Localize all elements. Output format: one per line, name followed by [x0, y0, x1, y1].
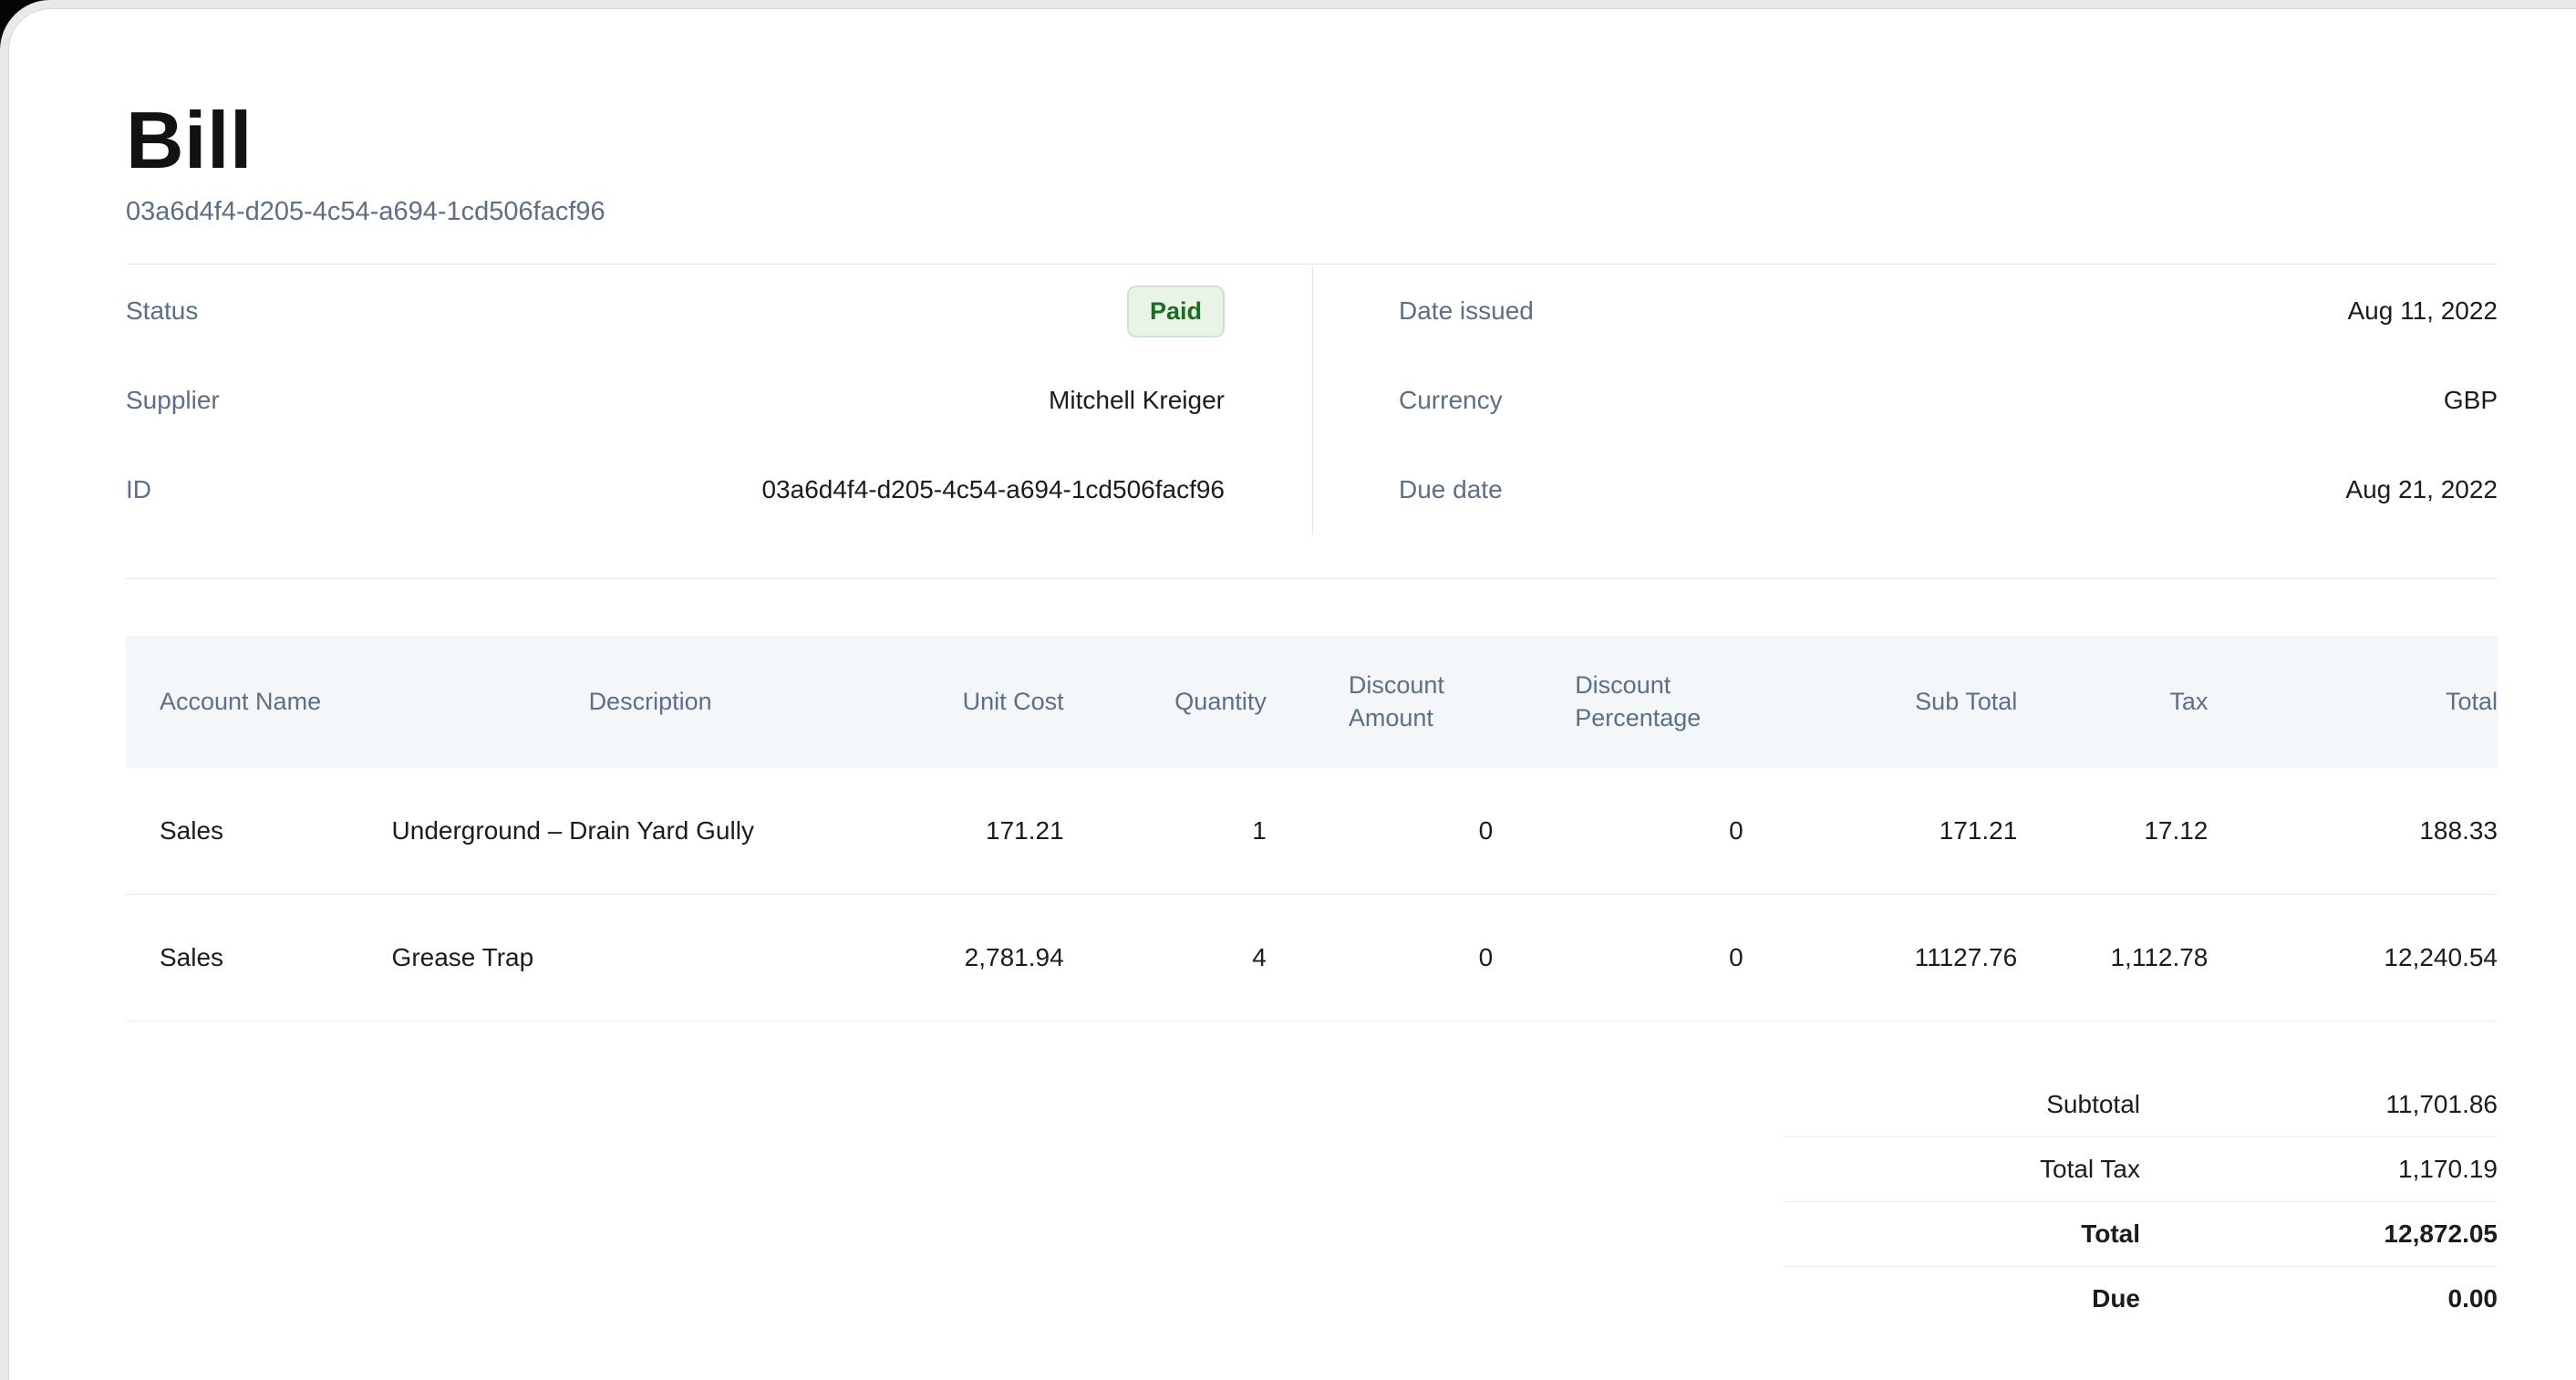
totals-summary: Subtotal 11,701.86 Total Tax 1,170.19 To… — [1783, 1073, 2498, 1331]
col-header-discount-amount: Discount Amount — [1294, 636, 1520, 768]
page-title: Bill — [126, 100, 2498, 181]
meta-row-status: Status Paid — [126, 266, 1225, 356]
meta-row-due-date: Due date Aug 21, 2022 — [1399, 445, 2498, 534]
status-label: Status — [126, 296, 198, 326]
table-header-row: Account Name Description Unit Cost Quant… — [126, 636, 2498, 768]
cell-unit-cost: 2,781.94 — [913, 894, 1091, 1021]
total-tax-label: Total Tax — [1783, 1155, 2140, 1184]
meta-row-currency: Currency GBP — [1399, 356, 2498, 445]
summary-row-total-tax: Total Tax 1,170.19 — [1783, 1136, 2498, 1201]
col-header-sub-total: Sub Total — [1771, 636, 2045, 768]
subtotal-label: Subtotal — [1783, 1090, 2140, 1119]
total-value: 12,872.05 — [2140, 1219, 2498, 1249]
cell-quantity: 1 — [1091, 768, 1294, 895]
summary-row-subtotal: Subtotal 11,701.86 — [1783, 1073, 2498, 1136]
col-header-total: Total — [2235, 636, 2498, 768]
cell-unit-cost: 171.21 — [913, 768, 1091, 895]
subtotal-value: 11,701.86 — [2140, 1090, 2498, 1119]
total-label: Total — [1783, 1219, 2140, 1249]
col-header-quantity: Quantity — [1091, 636, 1294, 768]
meta-left-column: Status Paid Supplier Mitchell Kreiger ID… — [126, 266, 1313, 534]
meta-right-column: Date issued Aug 11, 2022 Currency GBP Du… — [1313, 266, 2498, 534]
total-tax-value: 1,170.19 — [2140, 1155, 2498, 1184]
id-label: ID — [126, 475, 151, 504]
line-items-table: Account Name Description Unit Cost Quant… — [126, 636, 2498, 1022]
status-badge: Paid — [1127, 285, 1225, 337]
cell-tax: 17.12 — [2044, 768, 2235, 895]
date-issued-value: Aug 11, 2022 — [2347, 296, 2498, 326]
divider-meta-bottom — [126, 578, 2498, 579]
supplier-label: Supplier — [126, 386, 220, 415]
cell-total: 188.33 — [2235, 768, 2498, 895]
meta-row-id: ID 03a6d4f4-d205-4c54-a694-1cd506facf96 — [126, 445, 1225, 534]
divider-top — [126, 264, 2498, 265]
cell-quantity: 4 — [1091, 894, 1294, 1021]
cell-tax: 1,112.78 — [2044, 894, 2235, 1021]
col-header-tax: Tax — [2044, 636, 2235, 768]
cell-total: 12,240.54 — [2235, 894, 2498, 1021]
cell-discount-percentage: 0 — [1520, 768, 1770, 895]
bill-card: Bill 03a6d4f4-d205-4c54-a694-1cd506facf9… — [8, 8, 2576, 1380]
col-header-account-name: Account Name — [126, 636, 388, 768]
bill-page: Bill 03a6d4f4-d205-4c54-a694-1cd506facf9… — [0, 0, 2576, 1380]
meta-row-date-issued: Date issued Aug 11, 2022 — [1399, 266, 2498, 356]
cell-account-name: Sales — [126, 894, 388, 1021]
cell-discount-amount: 0 — [1294, 894, 1520, 1021]
cell-account-name: Sales — [126, 768, 388, 895]
id-value: 03a6d4f4-d205-4c54-a694-1cd506facf96 — [761, 475, 1225, 504]
summary-row-due: Due 0.00 — [1783, 1266, 2498, 1331]
due-label: Due — [1783, 1284, 2140, 1313]
currency-value: GBP — [2444, 386, 2498, 415]
meta-row-supplier: Supplier Mitchell Kreiger — [126, 356, 1225, 445]
supplier-value: Mitchell Kreiger — [1049, 386, 1225, 415]
currency-label: Currency — [1399, 386, 1503, 415]
bill-id-subtitle: 03a6d4f4-d205-4c54-a694-1cd506facf96 — [126, 197, 2498, 227]
cell-discount-percentage: 0 — [1520, 894, 1770, 1021]
cell-sub-total: 171.21 — [1771, 768, 2045, 895]
cell-sub-total: 11127.76 — [1771, 894, 2045, 1021]
bill-meta-section: Status Paid Supplier Mitchell Kreiger ID… — [126, 266, 2498, 534]
cell-description: Grease Trap — [388, 894, 913, 1021]
col-header-discount-percentage: Discount Percentage — [1520, 636, 1770, 768]
table-row: Sales Grease Trap 2,781.94 4 0 0 11127.7… — [126, 894, 2498, 1021]
date-issued-label: Date issued — [1399, 296, 1534, 326]
col-header-unit-cost: Unit Cost — [913, 636, 1091, 768]
cell-description: Underground – Drain Yard Gully — [388, 768, 913, 895]
due-date-value: Aug 21, 2022 — [2345, 475, 2498, 504]
table-row: Sales Underground – Drain Yard Gully 171… — [126, 768, 2498, 895]
summary-row-total: Total 12,872.05 — [1783, 1201, 2498, 1266]
due-value: 0.00 — [2140, 1284, 2498, 1313]
col-header-description: Description — [388, 636, 913, 768]
cell-discount-amount: 0 — [1294, 768, 1520, 895]
due-date-label: Due date — [1399, 475, 1503, 504]
